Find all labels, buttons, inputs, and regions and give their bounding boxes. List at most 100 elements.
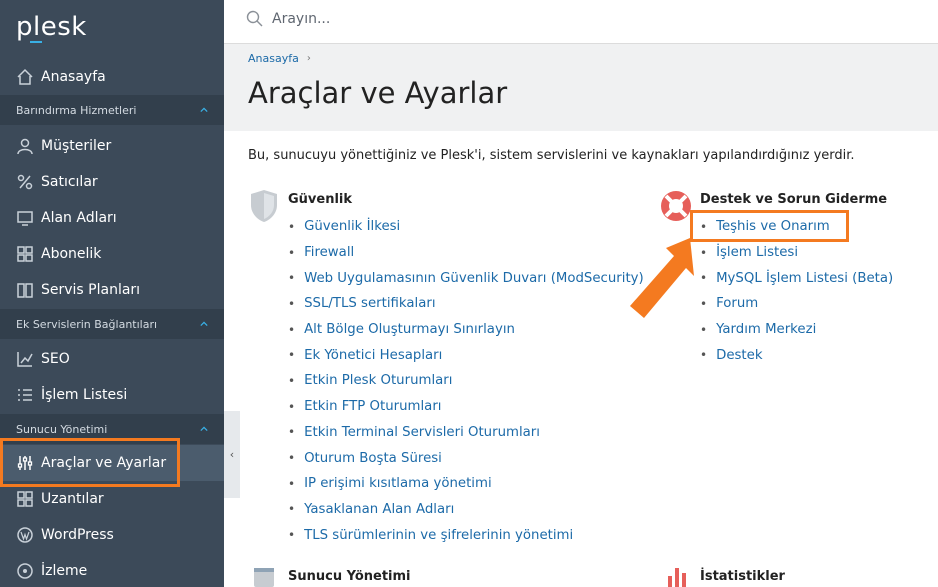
- sidebar-item-label: Abonelik: [41, 246, 102, 262]
- section-title: Ek Servislerin Bağlantıları: [16, 317, 158, 331]
- sidebar-item-customers[interactable]: Müşteriler: [0, 128, 224, 164]
- sidebar-item-label: Uzantılar: [41, 491, 104, 507]
- list-item: • Oturum Boşta Süresi: [288, 450, 442, 466]
- link-idle-time[interactable]: Oturum Boşta Süresi: [304, 451, 442, 466]
- breadcrumb-separator: ›: [306, 53, 311, 64]
- statistics-icon: [668, 568, 686, 587]
- percent-icon: [15, 172, 35, 192]
- link-subdomain-restrict[interactable]: Alt Bölge Oluşturmayı Sınırlayın: [304, 322, 515, 337]
- sidebar-item-seo[interactable]: SEO: [0, 341, 224, 377]
- list-item: • Yasaklanan Alan Adları: [288, 501, 455, 517]
- sidebar-item-service-plans[interactable]: Servis Planları: [0, 272, 224, 308]
- breadcrumb-home-link[interactable]: Anasayfa: [248, 52, 299, 65]
- user-icon: [15, 136, 35, 156]
- sidebar-item-label: Satıcılar: [41, 174, 98, 190]
- link-support[interactable]: Destek: [716, 348, 762, 363]
- sidebar-item-wordpress[interactable]: WordPress: [0, 517, 224, 553]
- section-title: Barındırma Hizmetleri: [16, 103, 137, 117]
- link-mysql-process-list[interactable]: MySQL İşlem Listesi (Beta): [716, 271, 893, 286]
- link-ip-access[interactable]: IP erişimi kısıtlama yönetimi: [304, 476, 492, 491]
- extensions-icon: [15, 489, 35, 509]
- sidebar-item-domains[interactable]: Alan Adları: [0, 200, 224, 236]
- sidebar-item-label: SEO: [41, 351, 70, 367]
- list-icon: [15, 385, 35, 405]
- chevron-up-icon: [200, 321, 208, 327]
- list-item: • Güvenlik İlkesi: [288, 219, 401, 235]
- chevron-left-icon: ‹: [229, 448, 235, 461]
- sidebar-item-label: Alan Adları: [41, 210, 117, 226]
- sidebar-item-home[interactable]: Anasayfa: [0, 59, 224, 95]
- list-item: • Firewall: [288, 245, 355, 261]
- sidebar-item-label: Müşteriler: [41, 138, 112, 154]
- link-ssl-tls[interactable]: SSL/TLS sertifikaları: [304, 296, 435, 311]
- list-item: • Yardım Merkezi: [700, 322, 817, 338]
- list-item: • Destek: [700, 347, 763, 363]
- wordpress-icon: [15, 525, 35, 545]
- link-help-center[interactable]: Yardım Merkezi: [716, 322, 816, 337]
- sidebar-item-label: İşlem Listesi: [41, 387, 128, 403]
- highlight-diagnose-repair: [690, 210, 849, 242]
- link-ftp-sessions[interactable]: Etkin FTP Oturumları: [304, 399, 441, 414]
- security-links: • Güvenlik İlkesi • Firewall • Web Uygulama…: [288, 214, 644, 548]
- server-icon: [254, 568, 274, 587]
- section-extra-services[interactable]: Ek Servislerin Bağlantıları: [0, 309, 224, 339]
- page-intro: Bu, sunucuyu yönettiğiniz ve Plesk'i, si…: [248, 148, 855, 163]
- sidebar-item-label: Anasayfa: [41, 69, 106, 85]
- link-security-policy[interactable]: Güvenlik İlkesi: [304, 219, 400, 234]
- list-item: • Alt Bölge Oluşturmayı Sınırlayın: [288, 322, 515, 338]
- list-item: • Etkin FTP Oturumları: [288, 399, 442, 415]
- link-forum[interactable]: Forum: [716, 296, 758, 311]
- link-plesk-sessions[interactable]: Etkin Plesk Oturumları: [304, 373, 452, 388]
- list-item: • SSL/TLS sertifikaları: [288, 296, 436, 312]
- search-icon: [246, 10, 263, 27]
- sidebar-item-resellers[interactable]: Satıcılar: [0, 164, 224, 200]
- shield-icon: [251, 190, 277, 222]
- list-item: • TLS sürümlerinin ve şifrelerinin yöneti…: [288, 527, 574, 543]
- list-item: • İşlem Listesi: [700, 245, 799, 261]
- link-modsecurity[interactable]: Web Uygulamasının Güvenlik Duvarı (ModSe…: [304, 271, 644, 286]
- link-process-list[interactable]: İşlem Listesi: [716, 245, 798, 260]
- breadcrumb: Anasayfa ›: [248, 52, 311, 65]
- list-item: • Etkin Terminal Servisleri Oturumları: [288, 424, 540, 440]
- sidebar-item-subscriptions[interactable]: Abonelik: [0, 236, 224, 272]
- section-title: Sunucu Yönetimi: [16, 422, 108, 436]
- chart-line-icon: [15, 349, 35, 369]
- sidebar: plesk Anasayfa Barındırma Hizmetleri Müş…: [0, 0, 224, 587]
- monitoring-icon: [15, 561, 35, 581]
- link-additional-admins[interactable]: Ek Yönetici Hesapları: [304, 348, 442, 363]
- page-header: Anasayfa › Araçlar ve Ayarlar: [224, 44, 938, 131]
- security-group-title: Güvenlik: [288, 192, 353, 207]
- sidebar-item-label: Servis Planları: [41, 282, 141, 298]
- list-item: • Web Uygulamasının Güvenlik Duvarı (ModS…: [288, 270, 644, 286]
- list-item: • Ek Yönetici Hesapları: [288, 347, 443, 363]
- support-group-title: Destek ve Sorun Giderme: [700, 192, 888, 207]
- list-item: • MySQL İşlem Listesi (Beta): [700, 270, 894, 286]
- home-icon: [15, 67, 35, 87]
- grid-icon: [15, 244, 35, 264]
- chevron-up-icon: [200, 107, 208, 113]
- sidebar-item-label: WordPress: [41, 527, 114, 543]
- link-firewall[interactable]: Firewall: [304, 245, 354, 260]
- section-hosting[interactable]: Barındırma Hizmetleri: [0, 95, 224, 125]
- sidebar-item-process-list[interactable]: İşlem Listesi: [0, 377, 224, 413]
- search-input[interactable]: [272, 8, 672, 30]
- link-terminal-sessions[interactable]: Etkin Terminal Servisleri Oturumları: [304, 425, 540, 440]
- arrow-pointer-icon: [630, 238, 694, 318]
- logo-underline: [30, 41, 42, 43]
- statistics-group-title: İstatistikler: [700, 569, 785, 584]
- top-search-bar: [224, 0, 938, 44]
- sidebar-item-monitoring[interactable]: İzleme: [0, 553, 224, 587]
- highlight-tools-settings: [0, 438, 180, 487]
- link-tls-versions[interactable]: TLS sürümlerinin ve şifrelerinin yönetim…: [304, 528, 573, 543]
- sidebar-item-label: İzleme: [41, 563, 88, 579]
- book-icon: [15, 280, 35, 300]
- list-item: • IP erişimi kısıtlama yönetimi: [288, 476, 492, 492]
- chevron-up-icon: [200, 426, 208, 432]
- sidebar-collapse-button[interactable]: ‹: [224, 411, 240, 498]
- list-item: • Forum: [700, 296, 759, 312]
- plesk-logo[interactable]: plesk: [16, 12, 87, 42]
- server-management-group-title: Sunucu Yönetimi: [288, 569, 411, 584]
- sidebar-item-extensions[interactable]: Uzantılar: [0, 481, 224, 517]
- page-title: Araçlar ve Ayarlar: [248, 76, 508, 110]
- link-forbidden-domains[interactable]: Yasaklanan Alan Adları: [304, 502, 454, 517]
